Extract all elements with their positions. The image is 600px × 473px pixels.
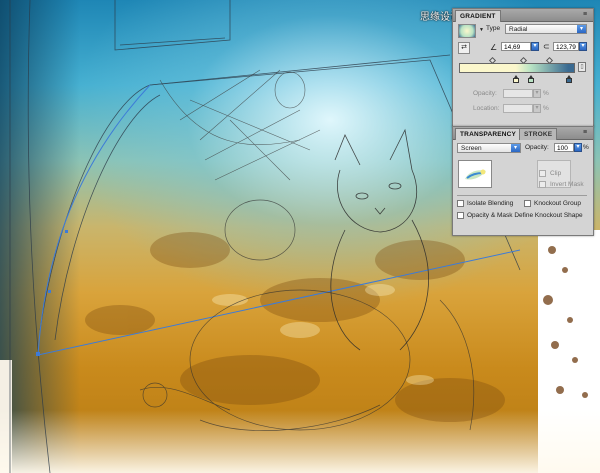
isolate-blending-checkbox[interactable] — [457, 200, 464, 207]
opacity-mask-knockout-label: Opacity & Mask Define Knockout Shape — [467, 212, 583, 219]
opacity-percent: % — [583, 144, 589, 151]
panel-menu-icon[interactable]: ≡ — [580, 128, 590, 137]
stop-color-swatch — [512, 78, 519, 83]
type-label: Type — [486, 25, 501, 32]
thumbnail-art-icon — [465, 169, 486, 180]
blend-mode-select[interactable]: Screen ▾ — [457, 143, 521, 153]
transparency-panel[interactable]: TRANSPARENCY STROKE ≡ Screen ▾ Opacity: … — [452, 126, 594, 236]
gradient-type-select[interactable]: Radial ▾ — [505, 24, 587, 34]
chevron-down-icon: ▾ — [577, 25, 586, 33]
aspect-ratio-input[interactable]: 123,79 — [553, 42, 579, 51]
knockout-group-checkbox[interactable] — [524, 200, 531, 207]
aspect-dropdown-icon[interactable]: ▾ — [579, 42, 587, 51]
gradient-panel[interactable]: GRADIENT ≡ ▼ Type Radial ▾ ⇄ ∠ 14,69 ▾ ⊂… — [452, 8, 594, 127]
panel-divider — [457, 195, 587, 196]
stop-color-swatch — [566, 78, 573, 83]
gradient-stop-2[interactable] — [527, 75, 534, 83]
stop-opacity-percent: % — [543, 90, 549, 97]
net-sketch — [159, 69, 321, 181]
swatch-dropdown-icon[interactable]: ▼ — [479, 27, 484, 33]
angle-icon: ∠ — [490, 43, 498, 52]
gradient-slider[interactable] — [459, 63, 575, 73]
tab-stroke[interactable]: STROKE — [519, 128, 558, 140]
knockout-group-label: Knockout Group — [534, 200, 581, 207]
delete-stop-icon[interactable]: ▯ — [578, 62, 586, 72]
isolate-blending-label: Isolate Blending — [467, 200, 514, 207]
opacity-input[interactable]: 100 — [554, 143, 574, 152]
angle-input[interactable]: 14,69 — [501, 42, 531, 51]
invert-mask-checkbox[interactable] — [539, 181, 546, 188]
gradient-swatch-preview[interactable] — [458, 24, 476, 38]
panel-menu-icon[interactable]: ≡ — [580, 10, 590, 19]
gradient-panel-tabbar[interactable]: GRADIENT ≡ — [453, 9, 593, 22]
blend-mode-value: Screen — [461, 145, 482, 152]
stop-opacity-dropdown-icon[interactable]: ▾ — [533, 89, 541, 98]
transparency-panel-tabbar[interactable]: TRANSPARENCY STROKE ≡ — [453, 127, 593, 140]
object-thumbnail[interactable] — [458, 160, 492, 188]
aspect-ratio-icon: ⊂ — [543, 42, 550, 51]
gradient-stop-1[interactable] — [512, 75, 519, 83]
leaf-fragments — [543, 246, 588, 398]
stop-location-label: Location: — [473, 105, 500, 112]
stop-color-swatch — [527, 78, 534, 83]
invert-mask-label: Invert Mask — [550, 181, 584, 188]
angle-dropdown-icon[interactable]: ▾ — [531, 42, 539, 51]
opacity-label: Opacity: — [525, 144, 549, 151]
gradient-stop-3[interactable] — [566, 75, 573, 83]
opacity-dropdown-icon[interactable]: ▾ — [574, 143, 582, 152]
tab-gradient[interactable]: GRADIENT — [455, 10, 501, 22]
clip-label: Clip — [550, 170, 562, 177]
tab-transparency[interactable]: TRANSPARENCY — [455, 128, 522, 140]
gradient-type-value: Radial — [509, 26, 528, 33]
chevron-down-icon: ▾ — [511, 144, 520, 152]
clip-checkbox[interactable] — [539, 170, 546, 177]
reverse-gradient-icon[interactable]: ⇄ — [458, 42, 470, 54]
stop-location-input[interactable] — [503, 104, 533, 113]
stop-location-percent: % — [543, 105, 549, 112]
opacity-mask-knockout-checkbox[interactable] — [457, 212, 464, 219]
stop-location-dropdown-icon[interactable]: ▾ — [533, 104, 541, 113]
stop-opacity-label: Opacity: — [473, 90, 497, 97]
anchor-points — [36, 230, 68, 356]
stop-opacity-input[interactable] — [503, 89, 533, 98]
